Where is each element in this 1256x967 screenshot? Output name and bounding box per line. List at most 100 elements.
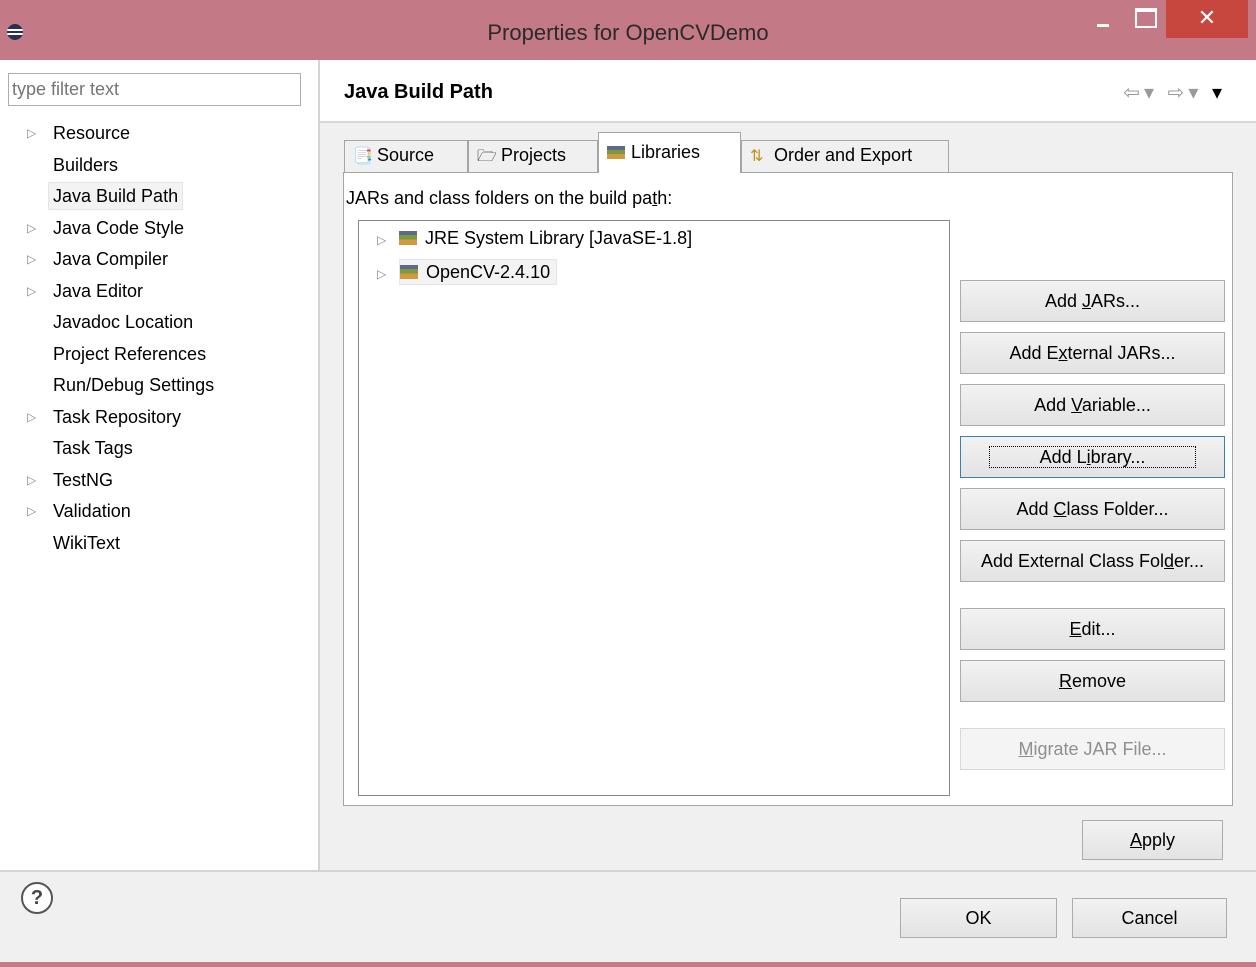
tree-item-label: Run/Debug Settings <box>53 375 215 395</box>
view-menu-icon[interactable]: ▾ <box>1212 82 1226 104</box>
properties-window: Properties for OpenCVDemo ✕ ▷ Resource Bui… <box>0 0 1256 967</box>
apply-button[interactable]: Apply <box>1082 820 1223 860</box>
tab-label: Libraries <box>631 142 701 162</box>
tree-item-task-repository[interactable]: ▷ Task Repository <box>0 402 318 434</box>
close-icon: ✕ <box>1197 5 1217 30</box>
page-header: Java Build Path ⇦▾ ⇨▾ ▾ <box>320 60 1256 121</box>
cancel-button[interactable]: Cancel <box>1072 898 1227 938</box>
libraries-tab-panel: JARs and class folders on the build path… <box>343 172 1233 806</box>
expand-icon[interactable]: ▷ <box>27 244 36 276</box>
tree-item-label: WikiText <box>53 532 120 553</box>
help-icon[interactable]: ? <box>21 882 53 914</box>
tree-item-java-editor[interactable]: ▷ Java Editor <box>0 276 318 308</box>
expand-icon[interactable]: ▷ <box>27 118 36 150</box>
tree-item-project-references[interactable]: Project References <box>0 339 318 371</box>
button-label: Add External Class Folder... <box>980 551 1205 571</box>
button-label: Add Class Folder... <box>1016 499 1169 519</box>
tab-order-and-export[interactable]: ⇅ Order and Export <box>741 140 949 172</box>
tree-item-testng[interactable]: ▷ TestNG <box>0 465 318 497</box>
dialog-client: ▷ Resource Builders Java Build Path ▷ Java Co… <box>0 60 1256 962</box>
tree-item-label: Project References <box>53 343 207 364</box>
preference-tree-pane: ▷ Resource Builders Java Build Path ▷ Java Co… <box>0 60 318 870</box>
expand-icon[interactable]: ▷ <box>377 259 399 289</box>
tree-item-label: Validation <box>53 501 131 521</box>
button-label: Add JARs... <box>1044 291 1141 311</box>
button-label: Edit... <box>1069 619 1116 639</box>
expand-icon[interactable]: ▷ <box>27 276 36 308</box>
tab-label: Order and Export <box>774 145 913 165</box>
page-title: Java Build Path <box>344 81 493 103</box>
add-jars-button[interactable]: Add JARs... <box>960 280 1225 322</box>
folder-icon: 🗁 <box>477 148 497 165</box>
add-class-folder-button[interactable]: Add Class Folder... <box>960 488 1225 530</box>
library-icon <box>607 135 631 173</box>
title-bar[interactable]: Properties for OpenCVDemo ✕ <box>0 0 1256 60</box>
tree-item-javadoc-location[interactable]: Javadoc Location <box>0 307 318 339</box>
forward-dropdown-icon[interactable]: ▾ <box>1188 82 1202 104</box>
library-item-opencv[interactable]: ▷ OpenCV-2.4.10 <box>377 257 558 289</box>
forward-arrow-icon[interactable]: ⇨ <box>1168 82 1189 104</box>
remove-button[interactable]: Remove <box>960 660 1225 702</box>
libraries-tree[interactable]: ▷ JRE System Library [JavaSE-1.8] ▷ OpenCV… <box>358 220 950 796</box>
expand-icon[interactable]: ▷ <box>377 225 399 255</box>
tree-item-run-debug-settings[interactable]: Run/Debug Settings <box>0 370 318 402</box>
tab-label: Projects <box>501 145 567 165</box>
tree-item-builders[interactable]: Builders <box>0 150 318 182</box>
tree-item-label: Java Editor <box>53 280 144 301</box>
add-library-button[interactable]: Add Library... <box>960 436 1225 478</box>
maximize-button[interactable] <box>1126 0 1162 40</box>
tree-item-label: Task Tags <box>53 438 133 458</box>
close-button[interactable]: ✕ <box>1166 0 1248 38</box>
tab-projects[interactable]: 🗁 Projects <box>468 140 598 172</box>
footer-separator <box>0 870 1256 872</box>
tree-item-label: Java Build Path <box>48 182 184 210</box>
tab-label: Source <box>377 145 435 165</box>
tree-item-label: Task Repository <box>53 406 182 427</box>
tab-libraries[interactable]: Libraries <box>598 132 741 173</box>
library-icon <box>400 265 418 279</box>
tree-item-wikitext[interactable]: WikiText <box>0 528 318 560</box>
expand-icon[interactable]: ▷ <box>27 496 36 528</box>
property-page: Java Build Path ⇦▾ ⇨▾ ▾ 📑 Source 🗁 Project… <box>320 60 1256 870</box>
button-label: Add Library... <box>988 446 1197 468</box>
tree-item-task-tags[interactable]: Task Tags <box>0 433 318 465</box>
filter-input[interactable] <box>8 73 301 106</box>
tree-item-resource[interactable]: ▷ Resource <box>0 118 318 150</box>
header-separator <box>320 121 1256 123</box>
window-title: Properties for OpenCVDemo <box>487 20 769 45</box>
tree-item-label: Javadoc Location <box>53 312 194 332</box>
order-icon: ⇅ <box>750 148 764 165</box>
library-label: JRE System Library [JavaSE-1.8] <box>425 228 693 248</box>
back-dropdown-icon[interactable]: ▾ <box>1144 82 1158 104</box>
expand-icon[interactable]: ▷ <box>27 402 36 434</box>
button-label: Migrate JAR File... <box>1018 739 1167 759</box>
back-arrow-icon[interactable]: ⇦ <box>1123 82 1144 104</box>
ok-button[interactable]: OK <box>900 898 1057 938</box>
button-label: Add Variable... <box>1034 395 1151 415</box>
tree-item-java-compiler[interactable]: ▷ Java Compiler <box>0 244 318 276</box>
button-label: Remove <box>1058 671 1127 691</box>
expand-icon[interactable]: ▷ <box>27 213 36 245</box>
tree-item-java-build-path[interactable]: Java Build Path <box>0 181 318 213</box>
source-folder-icon: 📑 <box>353 148 373 165</box>
tab-source[interactable]: 📑 Source <box>344 140 468 172</box>
properties-tree: ▷ Resource Builders Java Build Path ▷ Java Co… <box>0 118 318 559</box>
navigation-arrows: ⇦▾ ⇨▾ ▾ <box>1123 80 1226 105</box>
library-icon <box>399 231 417 245</box>
tree-item-java-code-style[interactable]: ▷ Java Code Style <box>0 213 318 245</box>
tree-item-validation[interactable]: ▷ Validation <box>0 496 318 528</box>
add-variable-button[interactable]: Add Variable... <box>960 384 1225 426</box>
add-external-jars-button[interactable]: Add External JARs... <box>960 332 1225 374</box>
tree-item-label: Java Compiler <box>53 249 169 269</box>
minimize-button[interactable] <box>1085 0 1121 40</box>
library-item-jre[interactable]: ▷ JRE System Library [JavaSE-1.8] <box>377 223 692 253</box>
button-label: Add External JARs... <box>1009 343 1176 363</box>
libraries-list-label: JARs and class folders on the build path… <box>346 188 673 208</box>
expand-icon[interactable]: ▷ <box>27 465 36 497</box>
migrate-jar-button: Migrate JAR File... <box>960 728 1225 770</box>
tree-item-label: Resource <box>53 123 131 143</box>
edit-button[interactable]: Edit... <box>960 608 1225 650</box>
tree-item-label: TestNG <box>53 469 114 490</box>
tree-item-label: Java Code Style <box>53 217 185 238</box>
add-external-class-folder-button[interactable]: Add External Class Folder... <box>960 540 1225 582</box>
